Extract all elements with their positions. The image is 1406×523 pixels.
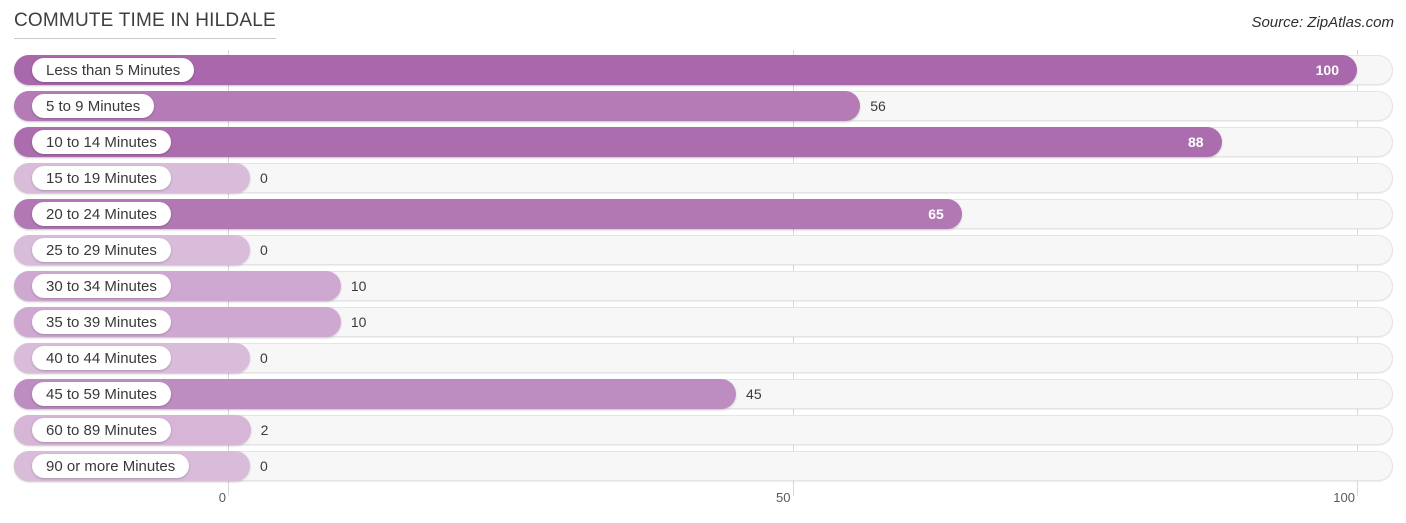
bar-value-label: 0 xyxy=(260,458,268,474)
bar-row[interactable]: 45 to 59 Minutes 45 xyxy=(14,379,1393,409)
bar-value-label: 10 xyxy=(350,314,367,330)
chart-page: COMMUTE TIME IN HILDALE Source: ZipAtlas… xyxy=(0,0,1406,523)
bar-value-label: 100 xyxy=(1315,62,1339,78)
bar-category-label: 5 to 9 Minutes xyxy=(32,94,155,118)
bar-category-label: 90 or more Minutes xyxy=(32,454,190,478)
bar-row[interactable]: 60 to 89 Minutes 2 xyxy=(14,415,1393,445)
bar-row[interactable]: 5 to 9 Minutes 56 xyxy=(14,91,1393,121)
bar-category-label: 25 to 29 Minutes xyxy=(32,238,171,262)
bar-category-label: 30 to 34 Minutes xyxy=(32,274,171,298)
chart-header: COMMUTE TIME IN HILDALE Source: ZipAtlas… xyxy=(0,0,1406,44)
bar-row[interactable]: 20 to 24 Minutes 65 xyxy=(14,199,1393,229)
bar-value-label: 0 xyxy=(260,170,268,186)
bar-value-label: 45 xyxy=(746,386,762,402)
x-axis: 0 50 100 xyxy=(0,488,1406,518)
bar-value-label: 88 xyxy=(1187,134,1204,150)
bar-row[interactable]: 35 to 39 Minutes 10 xyxy=(14,307,1393,337)
axis-tick-label: 100 xyxy=(1333,490,1355,505)
axis-tick-label: 0 xyxy=(218,490,226,505)
bar-row[interactable]: 25 to 29 Minutes 0 xyxy=(14,235,1393,265)
bar-category-label: 45 to 59 Minutes xyxy=(32,382,171,406)
bar-value-label: 65 xyxy=(928,206,944,222)
bar-value-label: 2 xyxy=(260,422,269,438)
bar-category-label: 15 to 19 Minutes xyxy=(32,166,171,190)
bar-value-label: 0 xyxy=(260,350,268,366)
bar-category-label: 60 to 89 Minutes xyxy=(32,418,171,442)
source-attribution: Source: ZipAtlas.com xyxy=(1251,14,1394,31)
bar-row[interactable]: 30 to 34 Minutes 10 xyxy=(14,271,1393,301)
bar-value-label: 10 xyxy=(350,278,367,294)
chart-plot-area: Less than 5 Minutes 100 5 to 9 Minutes 56 10… xyxy=(0,50,1406,496)
bar-value-label: 56 xyxy=(870,98,886,114)
bar-category-label: 35 to 39 Minutes xyxy=(32,310,171,334)
bar-row[interactable]: 90 or more Minutes 0 xyxy=(14,451,1393,481)
bar-value-label: 0 xyxy=(260,242,268,258)
page-title: COMMUTE TIME IN HILDALE xyxy=(14,10,276,39)
bar-category-label: 40 to 44 Minutes xyxy=(32,346,171,370)
bar-row[interactable]: 40 to 44 Minutes 0 xyxy=(14,343,1393,373)
bar-row[interactable]: 15 to 19 Minutes 0 xyxy=(14,163,1393,193)
axis-tick-label: 50 xyxy=(776,490,791,505)
bar-row[interactable]: 10 to 14 Minutes 88 xyxy=(14,127,1393,157)
bar-row[interactable]: Less than 5 Minutes 100 xyxy=(14,55,1393,85)
